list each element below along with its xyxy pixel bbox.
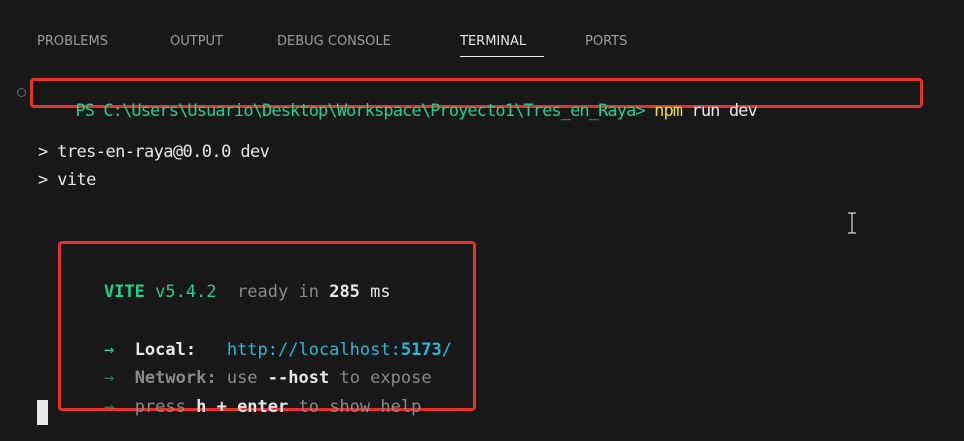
ready-label: ready in bbox=[237, 282, 319, 302]
press-label: press bbox=[134, 397, 186, 417]
panel-tabs: PROBLEMS OUTPUT DEBUG CONSOLE TERMINAL P… bbox=[0, 0, 964, 62]
circle-outline-icon bbox=[17, 88, 26, 97]
active-tab-indicator bbox=[460, 56, 544, 57]
arrow-right-icon: → bbox=[103, 397, 115, 417]
terminal-panel: PROBLEMS OUTPUT DEBUG CONSOLE TERMINAL P… bbox=[0, 0, 964, 441]
output-line-script: > tres-en-raya@0.0.0 dev bbox=[38, 142, 270, 162]
command-binary: npm bbox=[654, 101, 683, 121]
tab-output[interactable]: OUTPUT bbox=[170, 34, 223, 49]
command-line[interactable]: PS C:\Users\Usuario\Desktop\Workspace\Pr… bbox=[38, 81, 757, 141]
tab-debug-console[interactable]: DEBUG CONSOLE bbox=[277, 34, 391, 49]
vite-version: v5.4.2 bbox=[155, 282, 217, 302]
text-ibeam-cursor-icon bbox=[848, 212, 856, 234]
vite-ready-line: VITE v5.4.2 ready in 285 ms bbox=[63, 259, 391, 325]
prompt-path: PS C:\Users\Usuario\Desktop\Workspace\Pr… bbox=[75, 101, 645, 121]
tab-terminal[interactable]: TERMINAL bbox=[460, 34, 526, 49]
ready-ms-value: 285 bbox=[329, 282, 360, 302]
tab-problems[interactable]: PROBLEMS bbox=[37, 34, 108, 49]
terminal-cursor[interactable] bbox=[37, 400, 48, 425]
help-line: → press h + enter to show help bbox=[63, 374, 421, 440]
local-url-slash: / bbox=[441, 340, 453, 360]
vite-name: VITE bbox=[103, 282, 145, 302]
command-args: run dev bbox=[691, 101, 757, 121]
tab-ports[interactable]: PORTS bbox=[585, 34, 627, 49]
press-rest: to show help bbox=[298, 397, 422, 417]
press-key: h + enter bbox=[196, 397, 289, 417]
ready-ms-unit: ms bbox=[370, 282, 391, 302]
output-line-vite: > vite bbox=[38, 170, 96, 190]
